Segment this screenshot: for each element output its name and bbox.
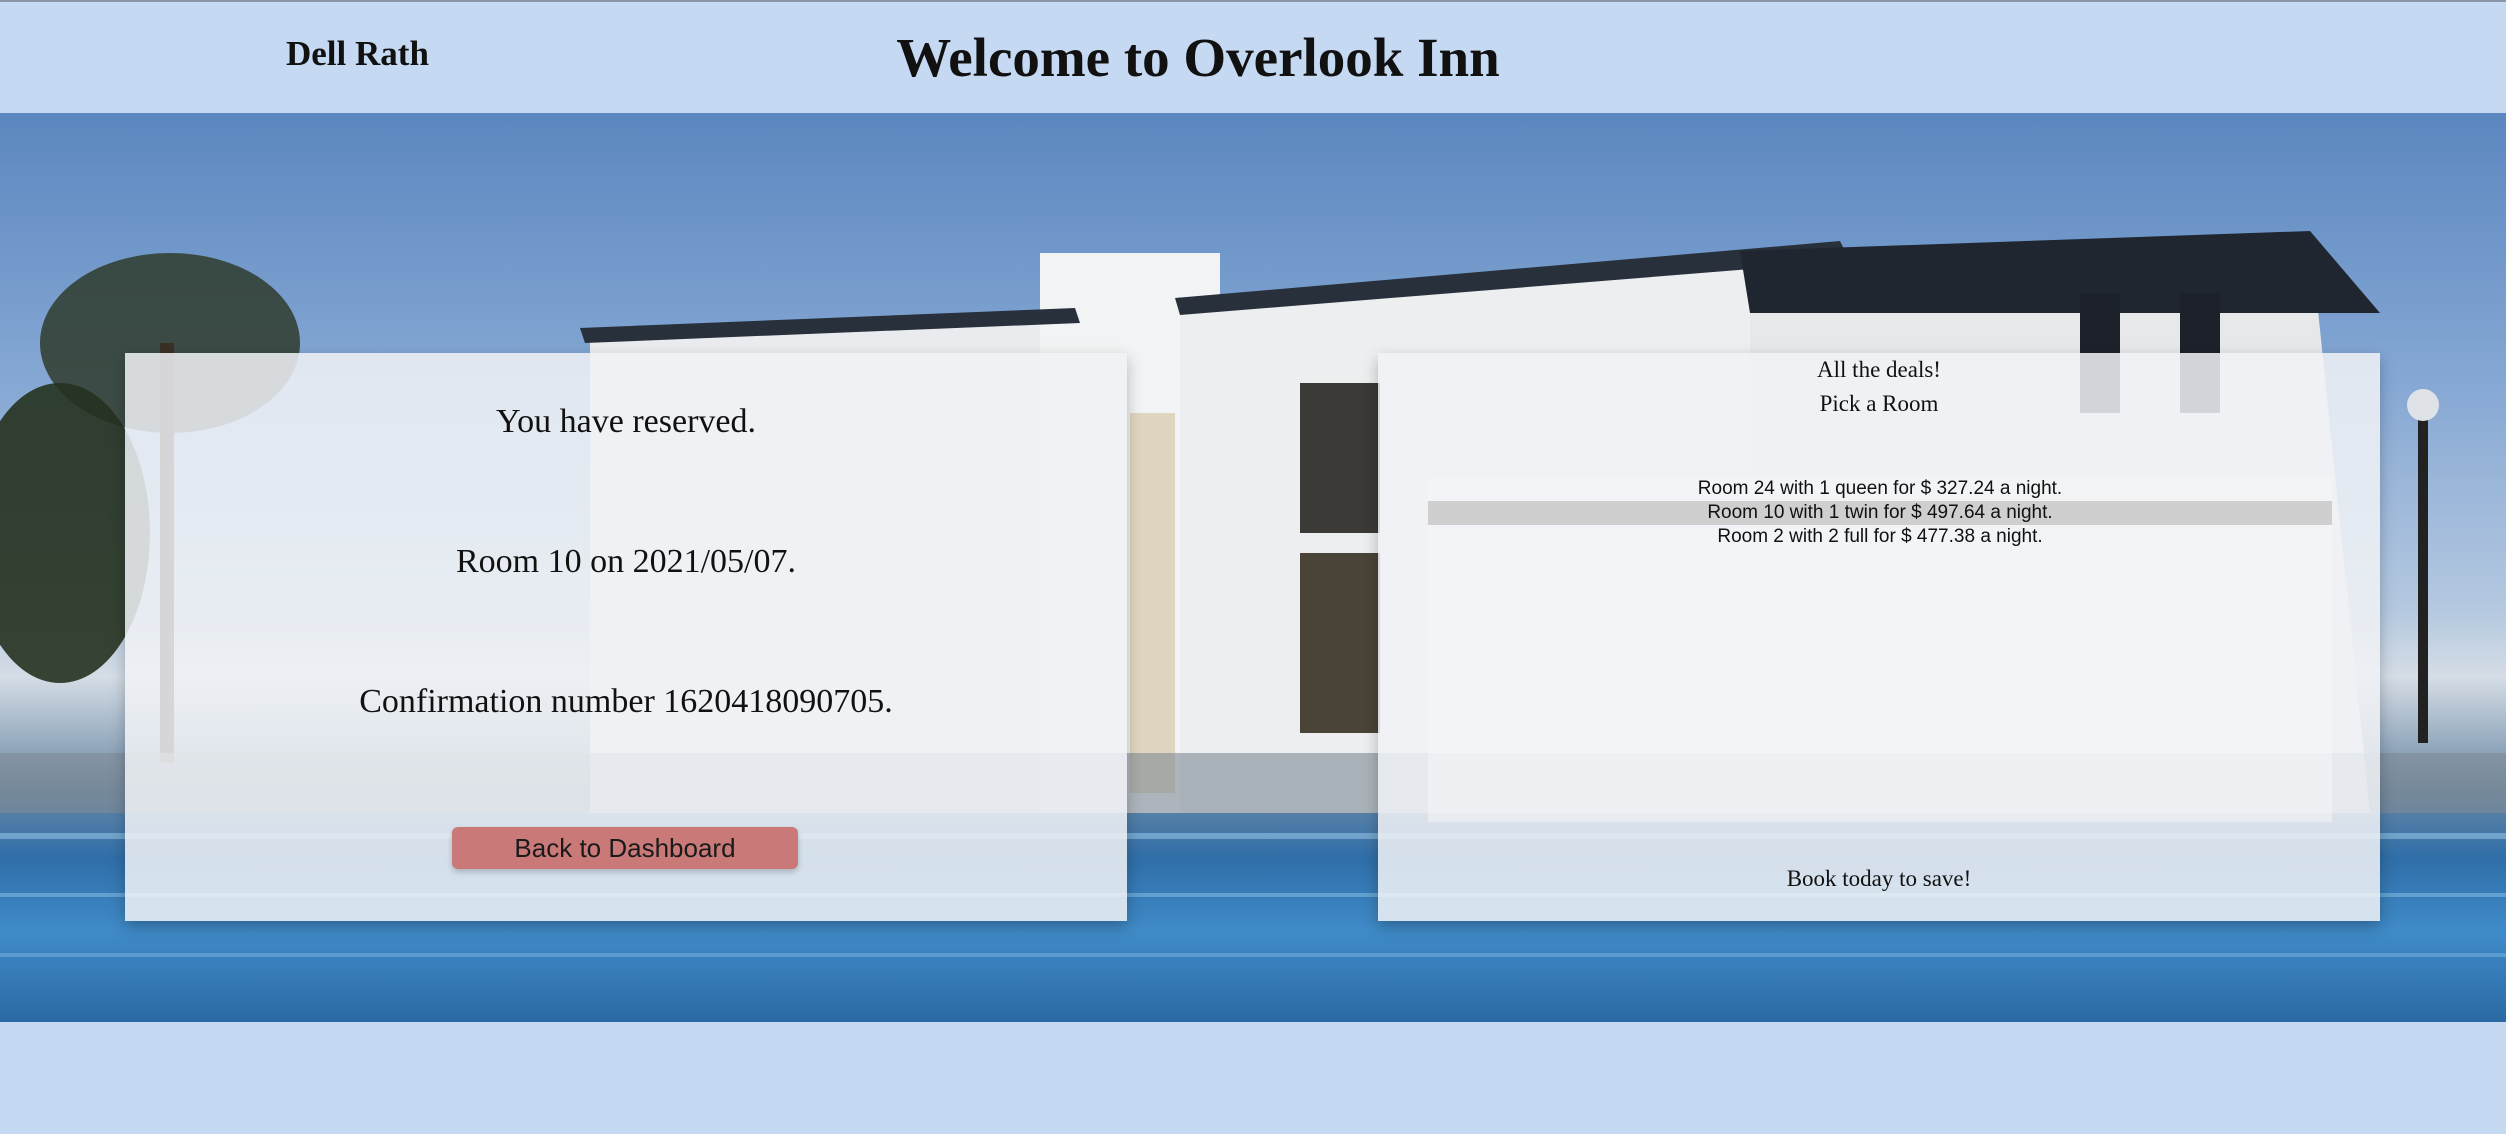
room-option[interactable]: Room 24 with 1 queen for $ 327.24 a nigh… [1428,477,2332,501]
deals-panel: All the deals! Pick a Room Room 24 with … [1378,353,2380,921]
reservation-panel: You have reserved. Room 10 on 2021/05/07… [125,353,1127,921]
footer-band [0,1022,2506,1134]
header-bar: Dell Rath Welcome to Overlook Inn [0,0,2506,113]
room-option[interactable]: Room 2 with 2 full for $ 477.38 a night. [1428,525,2332,549]
room-list[interactable]: Room 24 with 1 queen for $ 327.24 a nigh… [1428,477,2332,822]
reservation-room-date: Room 10 on 2021/05/07. [455,543,797,580]
promo-text: Book today to save! [1786,866,1972,891]
back-to-dashboard-button[interactable]: Back to Dashboard [452,827,798,869]
page-title: Welcome to Overlook Inn [896,27,1500,88]
room-option-selected[interactable]: Room 10 with 1 twin for $ 497.64 a night… [1428,501,2332,525]
reservation-status-text: You have reserved. [496,403,756,440]
deals-heading: All the deals! [1817,357,1941,382]
confirmation-number: Confirmation number 1620418090705. [359,683,893,720]
pick-room-heading: Pick a Room [1819,391,1939,416]
